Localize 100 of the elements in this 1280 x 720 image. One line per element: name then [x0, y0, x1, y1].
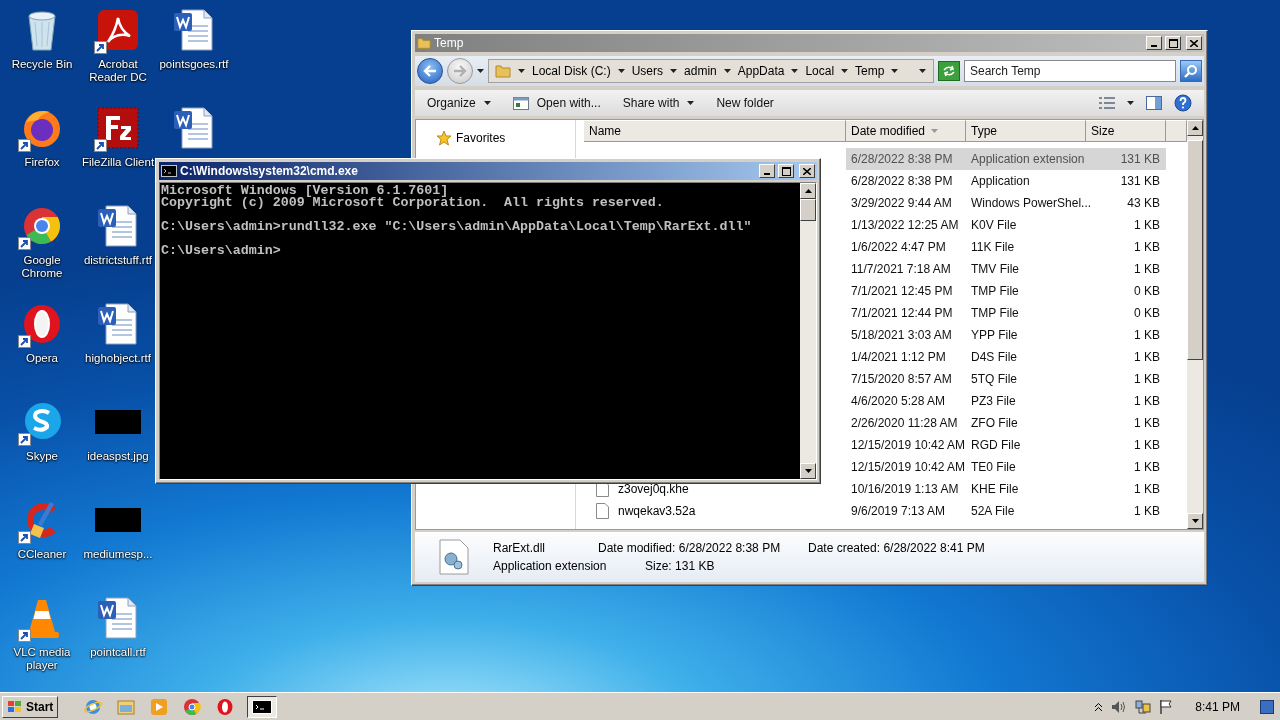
breadcrumb-caret-icon [891, 69, 899, 73]
date-cell-text: 11/7/2021 7:18 AM [850, 262, 952, 276]
network-icon[interactable] [1135, 698, 1152, 715]
flag-icon[interactable] [1159, 698, 1174, 715]
console-line: Copyright (c) 2009 Microsoft Corporation. All rights reserved. [161, 197, 665, 209]
date-cell-text: 5/18/2021 3:03 AM [850, 328, 953, 342]
date-cell-text: 12/15/2019 10:42 AM [850, 438, 966, 452]
desktop-icon-label[interactable]: districtstuff.rtf [83, 254, 153, 267]
file-row[interactable]: 7/1/2021 12:45 PM TMP File 0 KB [846, 280, 1166, 302]
scroll-down-button[interactable] [800, 463, 816, 479]
desktop-icon-label[interactable]: FileZilla Client [81, 156, 155, 169]
maximize-button[interactable] [1165, 36, 1181, 50]
minimize-button[interactable] [759, 164, 775, 178]
file-row[interactable]: 12/15/2019 10:42 AM TE0 File 1 KB [846, 456, 1166, 478]
history-caret-icon [477, 69, 484, 73]
preview-pane-icon[interactable] [1146, 96, 1162, 110]
show-desktop-icon[interactable] [1260, 699, 1274, 714]
breadcrumb-item[interactable]: Temp [855, 64, 885, 78]
file-row[interactable]: 5/18/2021 3:03 AM YPP File 1 KB [846, 324, 1166, 346]
file-row[interactable]: 9/6/2019 7:13 AM 52A File 1 KB [846, 500, 1166, 522]
file-row[interactable]: 12/15/2019 10:42 AM RGD File 1 KB [846, 434, 1166, 456]
window-title: Temp [434, 36, 465, 50]
close-button[interactable] [1186, 36, 1202, 50]
file-transfer-app-icon [96, 106, 140, 150]
taskbar-app-button[interactable] [247, 695, 278, 718]
file-row[interactable]: 1/13/2022 12:25 AM K0V File 1 KB [846, 214, 1166, 236]
scroll-down-icon [1191, 519, 1199, 523]
scrollbar[interactable] [800, 183, 816, 479]
scrollbar-thumb[interactable] [800, 199, 816, 221]
minimize-button[interactable] [1146, 36, 1162, 50]
refresh-button[interactable] [938, 61, 960, 81]
scroll-up-icon [1191, 126, 1199, 130]
date-cell-text: 4/6/2020 5:28 AM [850, 394, 947, 408]
speaker-icon[interactable] [1111, 699, 1128, 714]
scroll-up-button[interactable] [800, 183, 816, 199]
nav-item[interactable]: Favorites [436, 130, 575, 146]
search-icon [1184, 64, 1198, 78]
desktop-icon-label[interactable]: VLC media player [2, 646, 82, 672]
browser-icon [216, 697, 235, 716]
desktop-icon-label[interactable]: Acrobat Reader DC [78, 58, 158, 84]
column-header[interactable]: Name [584, 120, 846, 142]
breadcrumb-caret-icon [617, 69, 625, 73]
help-icon[interactable] [1174, 94, 1192, 112]
desktop-icon-label[interactable]: Skype [26, 450, 58, 463]
breadcrumb-caret-icon [518, 69, 525, 73]
file-row[interactable]: 1/4/2021 1:12 PM D4S File 1 KB [846, 346, 1166, 368]
scroll-up-button[interactable] [1187, 120, 1203, 136]
column-header[interactable]: Size [1086, 120, 1166, 142]
column-header[interactable]: Type [966, 120, 1086, 142]
file-row[interactable]: 2/26/2020 11:28 AM ZFO File 1 KB [846, 412, 1166, 434]
scroll-down-button[interactable] [1187, 513, 1203, 529]
file-row[interactable]: 1/6/2022 4:47 PM 11K File 1 KB [846, 236, 1166, 258]
file-row[interactable]: 4/6/2020 5:28 AM PZ3 File 1 KB [846, 390, 1166, 412]
folder-icon [117, 697, 136, 716]
toolbar-button[interactable]: Open with... [512, 96, 601, 110]
breadcrumb-item[interactable]: Local Disk (C:) [532, 64, 611, 78]
search-button[interactable] [1180, 60, 1202, 82]
desktop-icon-label[interactable]: Opera [26, 352, 58, 365]
desktop-icon-label[interactable]: ideaspst.jpg [87, 450, 149, 463]
size-cell-text: 1 KB [1133, 482, 1161, 496]
scrollbar[interactable] [1187, 120, 1203, 529]
search-field[interactable]: Search Temp [964, 60, 1176, 82]
file-row[interactable]: 11/7/2021 7:18 AM TMV File 1 KB [846, 258, 1166, 280]
desktop-icon-label[interactable]: CCleaner [17, 548, 67, 561]
file-row[interactable]: 6/28/2022 8:38 PM Application extension 131 KB [846, 148, 1166, 170]
close-button[interactable] [799, 164, 815, 178]
scrollbar-thumb[interactable] [1187, 140, 1203, 360]
desktop-icon-label[interactable]: highobject.rtf [85, 352, 151, 365]
date-created-text: Date created: 6/28/2022 8:41 PM [808, 541, 985, 555]
file-row[interactable]: 7/15/2020 8:57 AM 5TQ File 1 KB [846, 368, 1166, 390]
maximize-button[interactable] [778, 164, 794, 178]
breadcrumb-item[interactable]: Local [805, 64, 835, 78]
start-button[interactable]: Start [2, 695, 59, 718]
breadcrumb-item[interactable]: Users [631, 64, 664, 78]
chevron-up-icon[interactable] [1094, 701, 1104, 712]
size-cell-text: 131 KB [1119, 152, 1161, 166]
toolbar-button[interactable]: Share with [622, 96, 695, 110]
desktop-icon-label[interactable]: mediumesp... [83, 548, 153, 561]
clock[interactable]: 8:41 PM [1195, 699, 1240, 714]
file-row[interactable]: 3/29/2022 9:44 AM Windows PowerShel... 43 KB [846, 192, 1166, 214]
size-cell-text: 1 KB [1133, 350, 1161, 364]
console-line: Microsoft Windows [Version 6.1.7601] [161, 185, 449, 197]
console-icon [252, 699, 273, 714]
toolbar-button[interactable]: Organize [427, 96, 491, 110]
breadcrumb-item[interactable]: AppData [737, 64, 785, 78]
desktop-icon-label[interactable]: Google Chrome [2, 254, 82, 280]
file-row[interactable]: 6/28/2022 8:38 PM Application 131 KB [846, 170, 1166, 192]
desktop-icon-label[interactable]: Firefox [24, 156, 60, 169]
view-list-icon[interactable] [1099, 97, 1115, 109]
toolbar-button[interactable]: New folder [716, 96, 774, 110]
file-row[interactable]: 10/16/2019 1:13 AM KHE File 1 KB [846, 478, 1166, 500]
address-bar[interactable]: Local Disk (C:) Users admin AppData Local Temp [488, 59, 934, 83]
file-row[interactable]: 7/1/2021 12:44 PM TMP File 0 KB [846, 302, 1166, 324]
back-button[interactable] [417, 58, 443, 84]
type-cell-text: TE0 File [970, 460, 1017, 474]
desktop-icon-label[interactable]: Recycle Bin [11, 58, 73, 71]
desktop-icon-label[interactable]: pointsgoes.rtf [159, 58, 229, 71]
breadcrumb-item[interactable]: admin [684, 64, 717, 78]
file-icon [596, 503, 609, 519]
column-header[interactable]: Date modified [846, 120, 966, 142]
